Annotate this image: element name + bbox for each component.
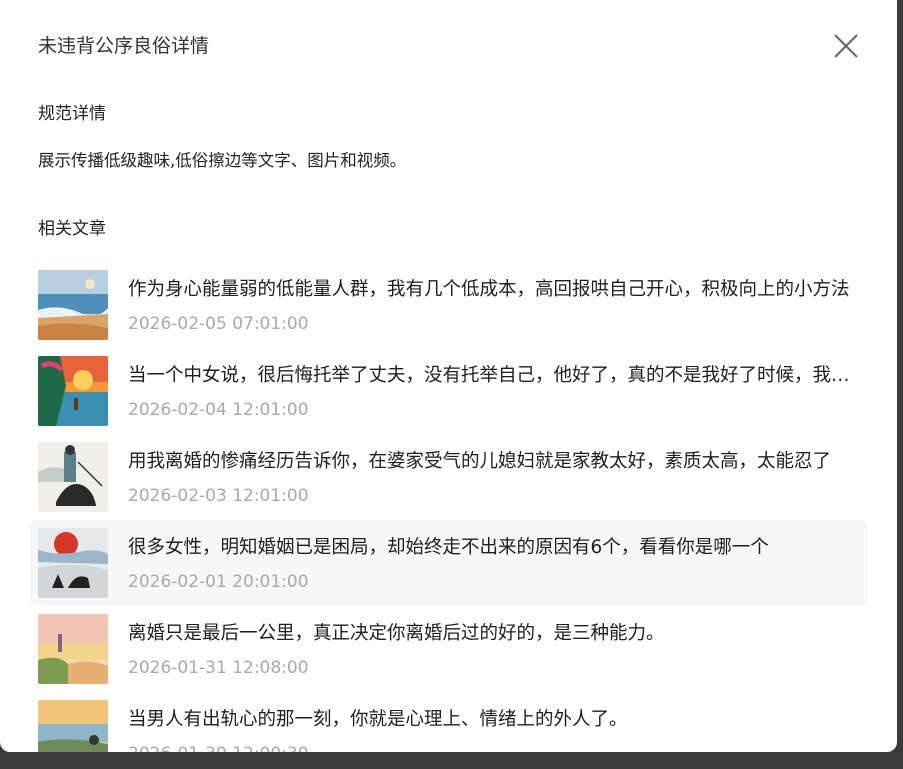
article-thumbnail: [38, 270, 108, 340]
article-title: 作为身心能量弱的低能量人群，我有几个低成本，高回报哄自己开心，积极向上的小方法: [128, 279, 850, 300]
article-date: 2026-01-31 12:08:00: [128, 658, 309, 678]
article-date: 2026-02-05 07:01:00: [128, 314, 309, 334]
article-thumbnail: [38, 700, 108, 752]
list-item[interactable]: 当一个中女说，很后悔托举了丈夫，没有托举自己，他好了，真的不是我好了时候，我还是…: [30, 348, 868, 434]
related-article-list: 作为身心能量弱的低能量人群，我有几个低成本，高回报哄自己开心，积极向上的小方法 …: [30, 262, 868, 752]
article-date: 2026-02-01 20:01:00: [128, 572, 309, 592]
article-thumbnail: [38, 442, 108, 512]
spec-description: 展示传播低级趣味,低俗擦边等文字、图片和视频。: [38, 151, 407, 170]
close-icon: [834, 34, 858, 58]
article-date: 2026-02-04 12:01:00: [128, 400, 309, 420]
article-title: 当男人有出轨心的那一刻，你就是心理上、情绪上的外人了。: [128, 709, 628, 730]
list-item[interactable]: 离婚只是最后一公里，真正决定你离婚后过的好的，是三种能力。 2026-01-31…: [30, 606, 868, 692]
article-thumbnail: [38, 356, 108, 426]
article-thumbnail: [38, 614, 108, 684]
spec-section-label: 规范详情: [38, 104, 106, 124]
article-thumbnail: [38, 528, 108, 598]
violation-detail-modal: 未违背公序良俗详情 规范详情 展示传播低级趣味,低俗擦边等文字、图片和视频。 相…: [0, 0, 897, 752]
list-item[interactable]: 用我离婚的惨痛经历告诉你，在婆家受气的儿媳妇就是家教太好，素质太高，太能忍了 2…: [30, 434, 868, 520]
article-date: 2026-01-30 12:00:30: [128, 742, 309, 752]
article-date: 2026-02-03 12:01:00: [128, 486, 309, 506]
article-title: 很多女性，明知婚姻已是困局，却始终走不出来的原因有6个，看看你是哪一个: [128, 537, 769, 558]
modal-title: 未违背公序良俗详情: [38, 35, 210, 57]
close-button[interactable]: [831, 31, 861, 61]
related-section-label: 相关文章: [38, 219, 106, 239]
list-item[interactable]: 作为身心能量弱的低能量人群，我有几个低成本，高回报哄自己开心，积极向上的小方法 …: [30, 262, 868, 348]
list-item[interactable]: 当男人有出轨心的那一刻，你就是心理上、情绪上的外人了。 2026-01-30 1…: [30, 692, 868, 752]
article-title: 用我离婚的惨痛经历告诉你，在婆家受气的儿媳妇就是家教太好，素质太高，太能忍了: [128, 451, 832, 472]
article-title: 当一个中女说，很后悔托举了丈夫，没有托举自己，他好了，真的不是我好了时候，我还是…: [128, 365, 850, 386]
article-title: 离婚只是最后一公里，真正决定你离婚后过的好的，是三种能力。: [128, 623, 665, 644]
list-item[interactable]: 很多女性，明知婚姻已是困局，却始终走不出来的原因有6个，看看你是哪一个 2026…: [30, 520, 868, 606]
